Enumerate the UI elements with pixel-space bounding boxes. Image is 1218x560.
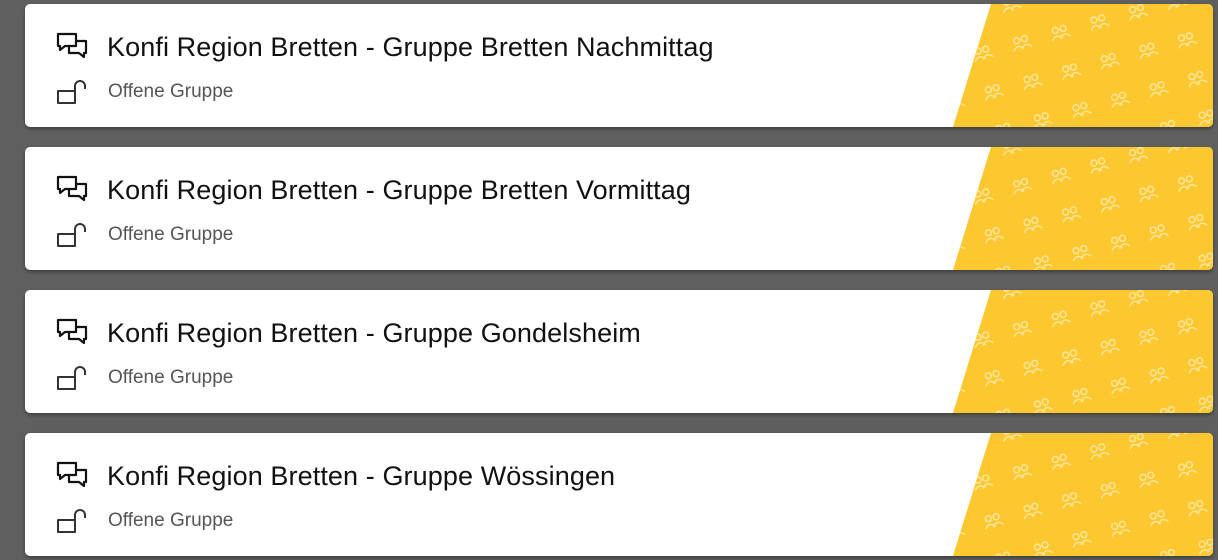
group-title[interactable]: Konfi Region Bretten - Gruppe Wössingen: [107, 461, 615, 492]
group-title[interactable]: Konfi Region Bretten - Gruppe Gondelshei…: [107, 318, 641, 349]
group-banner: [953, 147, 1213, 270]
group-list: Konfi Region Bretten - Gruppe Bretten Na…: [25, 0, 1213, 560]
group-title-row: Konfi Region Bretten - Gruppe Wössingen: [55, 459, 615, 493]
group-type-label: Offene Gruppe: [108, 224, 234, 245]
group-meta-row: Offene Gruppe: [55, 221, 233, 249]
group-meta-row: Offene Gruppe: [55, 364, 233, 392]
unlocked-icon: [57, 366, 86, 390]
chat-bubbles-icon: [56, 175, 88, 202]
chat-bubbles-icon: [56, 318, 88, 345]
group-title-row: Konfi Region Bretten - Gruppe Bretten Vo…: [55, 173, 691, 207]
people-pattern-icon: [953, 290, 1213, 413]
chat-bubbles-icon: [56, 32, 88, 59]
group-banner: [953, 290, 1213, 413]
group-meta-row: Offene Gruppe: [55, 507, 233, 535]
group-type-label: Offene Gruppe: [108, 81, 234, 102]
group-type-label: Offene Gruppe: [108, 367, 234, 388]
group-type-label: Offene Gruppe: [108, 510, 234, 531]
group-meta-row: Offene Gruppe: [55, 78, 233, 106]
group-card[interactable]: Konfi Region Bretten - Gruppe Gondelshei…: [25, 290, 1213, 413]
group-title-row: Konfi Region Bretten - Gruppe Bretten Na…: [55, 30, 714, 64]
group-title[interactable]: Konfi Region Bretten - Gruppe Bretten Na…: [107, 32, 714, 63]
unlocked-icon: [57, 223, 86, 247]
group-card[interactable]: Konfi Region Bretten - Gruppe Bretten Na…: [25, 4, 1213, 127]
people-pattern-icon: [953, 147, 1213, 270]
group-title-row: Konfi Region Bretten - Gruppe Gondelshei…: [55, 316, 641, 350]
group-title[interactable]: Konfi Region Bretten - Gruppe Bretten Vo…: [107, 175, 691, 206]
group-card[interactable]: Konfi Region Bretten - Gruppe Bretten Vo…: [25, 147, 1213, 270]
unlocked-icon: [57, 80, 86, 104]
unlocked-icon: [57, 509, 86, 533]
group-card[interactable]: Konfi Region Bretten - Gruppe Wössingen …: [25, 433, 1213, 556]
people-pattern-icon: [953, 433, 1213, 556]
group-banner: [953, 433, 1213, 556]
group-banner: [953, 4, 1213, 127]
chat-bubbles-icon: [56, 461, 88, 488]
people-pattern-icon: [953, 4, 1213, 127]
